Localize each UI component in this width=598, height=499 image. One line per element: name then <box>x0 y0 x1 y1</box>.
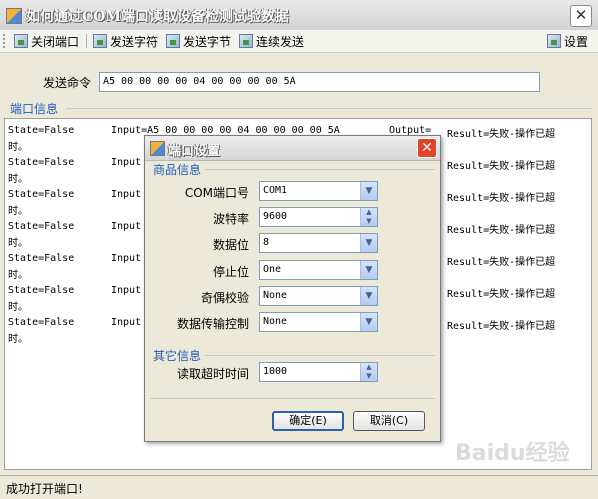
send-command-input[interactable]: A5 00 00 00 00 04 00 00 00 00 5A <box>99 72 540 92</box>
read-timeout-label: 读取超时时间 <box>176 367 249 381</box>
spin-up-icon[interactable]: ▲ <box>361 363 377 372</box>
log-state: State=False <box>8 189 75 200</box>
baud-rate-value: 9600 <box>263 211 288 222</box>
continuous-send-icon <box>239 34 253 48</box>
data-bits-value: 8 <box>263 237 270 248</box>
log-result: Result=失败-操作已超 <box>447 257 556 268</box>
data-bits-label: 数据位 <box>212 238 249 252</box>
chevron-down-icon[interactable]: ▼ <box>360 261 377 279</box>
watermark-logo: Baidu经验 <box>455 441 570 466</box>
close-port-label: 关闭端口 <box>31 34 80 49</box>
send-char-button[interactable]: 发送字符 <box>93 32 158 50</box>
send-command-label: 发送命令 <box>43 76 92 90</box>
flow-control-value: None <box>263 316 288 327</box>
ok-button[interactable]: 确定(E) <box>272 411 344 431</box>
log-result: Result=失败-操作已超 <box>447 161 556 172</box>
com-port-value: COM1 <box>263 185 288 196</box>
flow-control-label: 数据传输控制 <box>176 317 249 331</box>
baud-rate-stepper[interactable]: 9600 ▲ ▼ <box>259 207 378 227</box>
log-input: Input <box>111 317 142 328</box>
read-timeout-stepper[interactable]: 1000 ▲ ▼ <box>259 362 378 382</box>
log-result: Result=失败-操作已超 <box>447 225 556 236</box>
spinner-buttons[interactable]: ▲ ▼ <box>360 363 377 381</box>
log-state: State=False <box>8 157 75 168</box>
port-info-divider <box>66 108 592 109</box>
settings-label: 设置 <box>564 34 589 49</box>
spin-down-icon[interactable]: ▼ <box>361 372 377 381</box>
group-divider <box>205 355 435 356</box>
log-result: Result=失败-操作已超 <box>447 289 556 300</box>
continuous-send-label: 连续发送 <box>256 34 305 49</box>
main-window: 如何通过COM端口读取设备检测试验数据 ✕ 关闭端口 发送字符 发送字节 连续发… <box>0 0 598 499</box>
status-bar: 成功打开端口! <box>0 475 598 499</box>
chevron-down-icon[interactable]: ▼ <box>360 182 377 200</box>
com-port-select[interactable]: COM1 ▼ <box>259 181 378 201</box>
close-port-icon <box>14 34 28 48</box>
group-other-info: 其它信息 <box>153 349 202 363</box>
com-port-label: COM端口号 <box>184 186 249 200</box>
port-settings-dialog: 端口设置 ✕ 商品信息 COM端口号 COM1 ▼ 波特率 9600 ▲ ▼ 数… <box>144 135 441 442</box>
log-input: Input <box>111 285 142 296</box>
log-state: State=False <box>8 221 75 232</box>
chevron-down-icon[interactable]: ▼ <box>360 287 377 305</box>
spin-down-icon[interactable]: ▼ <box>361 217 377 226</box>
settings-icon <box>547 34 561 48</box>
port-info-header: 端口信息 <box>10 102 59 116</box>
dialog-title: 端口设置 <box>168 144 221 159</box>
dialog-close-button[interactable]: ✕ <box>417 138 437 158</box>
log-state: State=False <box>8 125 75 136</box>
baud-rate-label: 波特率 <box>212 212 249 226</box>
dialog-title-bar: 端口设置 ✕ <box>145 136 440 161</box>
stop-bits-select[interactable]: One ▼ <box>259 260 378 280</box>
group-divider <box>205 169 435 170</box>
send-byte-button[interactable]: 发送字节 <box>166 32 231 50</box>
log-result: Result=失败-操作已超 <box>447 193 556 204</box>
chevron-down-icon[interactable]: ▼ <box>360 313 377 331</box>
send-char-icon <box>93 34 107 48</box>
send-byte-icon <box>166 34 180 48</box>
toolbar: 关闭端口 发送字符 发送字节 连续发送 设置 <box>0 30 598 53</box>
read-timeout-value: 1000 <box>263 366 288 377</box>
log-input: Input <box>111 157 142 168</box>
toolbar-grip <box>3 34 8 48</box>
log-input: Input <box>111 189 142 200</box>
log-state: State=False <box>8 285 75 296</box>
status-text: 成功打开端口! <box>6 482 83 496</box>
data-bits-select[interactable]: 8 ▼ <box>259 233 378 253</box>
flow-control-select[interactable]: None ▼ <box>259 312 378 332</box>
cancel-button[interactable]: 取消(C) <box>353 411 425 431</box>
log-state: State=False <box>8 253 75 264</box>
parity-label: 奇偶校验 <box>200 291 249 305</box>
parity-select[interactable]: None ▼ <box>259 286 378 306</box>
dialog-divider <box>150 398 435 399</box>
parity-value: None <box>263 290 288 301</box>
settings-button[interactable]: 设置 <box>547 32 588 50</box>
send-char-label: 发送字符 <box>110 34 159 49</box>
log-input: Input <box>111 221 142 232</box>
close-port-button[interactable]: 关闭端口 <box>14 32 79 50</box>
spinner-buttons[interactable]: ▲ ▼ <box>360 208 377 226</box>
dialog-app-icon <box>150 141 165 156</box>
log-result: Result=失败-操作已超 <box>447 129 556 140</box>
log-state: State=False <box>8 317 75 328</box>
title-bar: 如何通过COM端口读取设备检测试验数据 ✕ <box>0 0 598 31</box>
window-title: 如何通过COM端口读取设备检测试验数据 <box>26 9 289 25</box>
app-icon <box>6 8 22 24</box>
close-window-button[interactable]: ✕ <box>570 5 592 27</box>
chevron-down-icon[interactable]: ▼ <box>360 234 377 252</box>
continuous-send-button[interactable]: 连续发送 <box>239 32 304 50</box>
log-result: Result=失败-操作已超 <box>447 321 556 332</box>
spin-up-icon[interactable]: ▲ <box>361 208 377 217</box>
log-wrap: 时。 <box>8 334 28 345</box>
stop-bits-label: 停止位 <box>212 265 249 279</box>
log-input: Input <box>111 253 142 264</box>
send-byte-label: 发送字节 <box>183 34 232 49</box>
stop-bits-value: One <box>263 264 282 275</box>
toolbar-separator <box>86 34 87 48</box>
group-product-info: 商品信息 <box>153 163 202 177</box>
